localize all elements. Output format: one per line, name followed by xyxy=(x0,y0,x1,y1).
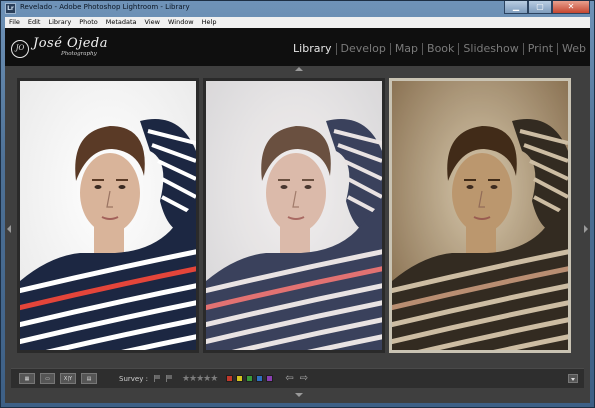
lightroom-app-icon[interactable]: Lr xyxy=(5,3,16,14)
grid-view-icon[interactable]: ▦ xyxy=(19,373,35,384)
logo-badge-icon: JO xyxy=(11,40,29,58)
color-label-swatch[interactable] xyxy=(246,375,254,382)
module-book[interactable]: Book xyxy=(423,42,458,55)
top-panel-toggle-icon[interactable] xyxy=(295,67,303,71)
identity-plate-bar: JO José Ojeda Photography Library Develop… xyxy=(5,28,590,66)
photo-frame[interactable] xyxy=(17,78,199,353)
flag-pick-icon[interactable] xyxy=(153,375,160,382)
module-library[interactable]: Library xyxy=(289,42,335,55)
color-label-swatch[interactable] xyxy=(226,375,234,382)
toolbar-options-icon[interactable] xyxy=(568,374,578,383)
menu-metadata[interactable]: Metadata xyxy=(102,17,141,28)
minimize-icon[interactable]: ▁ xyxy=(504,1,528,14)
module-web[interactable]: Web xyxy=(558,42,590,55)
menu-bar: File Edit Library Photo Metadata View Window He… xyxy=(5,17,590,28)
module-map[interactable]: Map xyxy=(391,42,422,55)
star-rating[interactable]: ★★★★★ xyxy=(182,374,218,384)
maximize-icon[interactable]: ▢ xyxy=(528,1,552,14)
menu-file[interactable]: File xyxy=(5,17,24,28)
portrait-photo xyxy=(206,81,382,350)
module-slideshow[interactable]: Slideshow xyxy=(459,42,522,55)
menu-help[interactable]: Help xyxy=(198,17,221,28)
survey-view-icon[interactable]: ▤ xyxy=(81,373,97,384)
lightroom-workspace: JO José Ojeda Photography Library Develop… xyxy=(5,28,590,403)
next-photo-icon[interactable]: ⇨ xyxy=(300,373,308,384)
photo-frame[interactable] xyxy=(389,78,571,353)
module-print[interactable]: Print xyxy=(524,42,557,55)
identity-plate-subtitle: Photography xyxy=(61,51,97,57)
title-bar[interactable]: Lr Revelado - Adobe Photoshop Lightroom … xyxy=(1,1,594,17)
compare-view-button[interactable]: X|Y xyxy=(60,373,76,384)
left-panel-toggle-icon[interactable] xyxy=(7,225,11,233)
close-icon[interactable]: ✕ xyxy=(552,1,590,14)
color-label-swatch[interactable] xyxy=(256,375,264,382)
portrait-photo xyxy=(392,81,568,350)
right-panel-toggle-icon[interactable] xyxy=(584,225,588,233)
bottom-panel-toggle-icon[interactable] xyxy=(295,393,303,397)
library-toolbar: ▦ ▭ X|Y ▤ Survey : ★★★★★ ⇦ ⇨ xyxy=(11,368,584,388)
menu-view[interactable]: View xyxy=(141,17,164,28)
menu-edit[interactable]: Edit xyxy=(24,17,45,28)
menu-library[interactable]: Library xyxy=(44,17,75,28)
color-label-swatch[interactable] xyxy=(266,375,274,382)
module-picker: Library Develop Map Book Slideshow Print Web xyxy=(289,42,590,55)
window-title: Revelado - Adobe Photoshop Lightroom - L… xyxy=(20,3,190,11)
color-label-group xyxy=(223,375,274,382)
survey-label: Survey : xyxy=(119,374,148,383)
flag-reject-icon[interactable] xyxy=(165,375,172,382)
app-window: Lr Revelado - Adobe Photoshop Lightroom … xyxy=(0,0,595,408)
color-label-swatch[interactable] xyxy=(236,375,244,382)
module-develop[interactable]: Develop xyxy=(337,42,390,55)
loupe-view-icon[interactable]: ▭ xyxy=(40,373,55,384)
photo-frame[interactable] xyxy=(203,78,385,353)
menu-photo[interactable]: Photo xyxy=(75,17,102,28)
compare-view-label: X|Y xyxy=(63,375,73,382)
window-controls: ▁ ▢ ✕ xyxy=(504,1,590,14)
previous-photo-icon[interactable]: ⇦ xyxy=(285,373,293,384)
menu-window[interactable]: Window xyxy=(164,17,198,28)
portrait-photo xyxy=(20,81,196,350)
identity-plate-name: José Ojeda xyxy=(33,36,108,51)
